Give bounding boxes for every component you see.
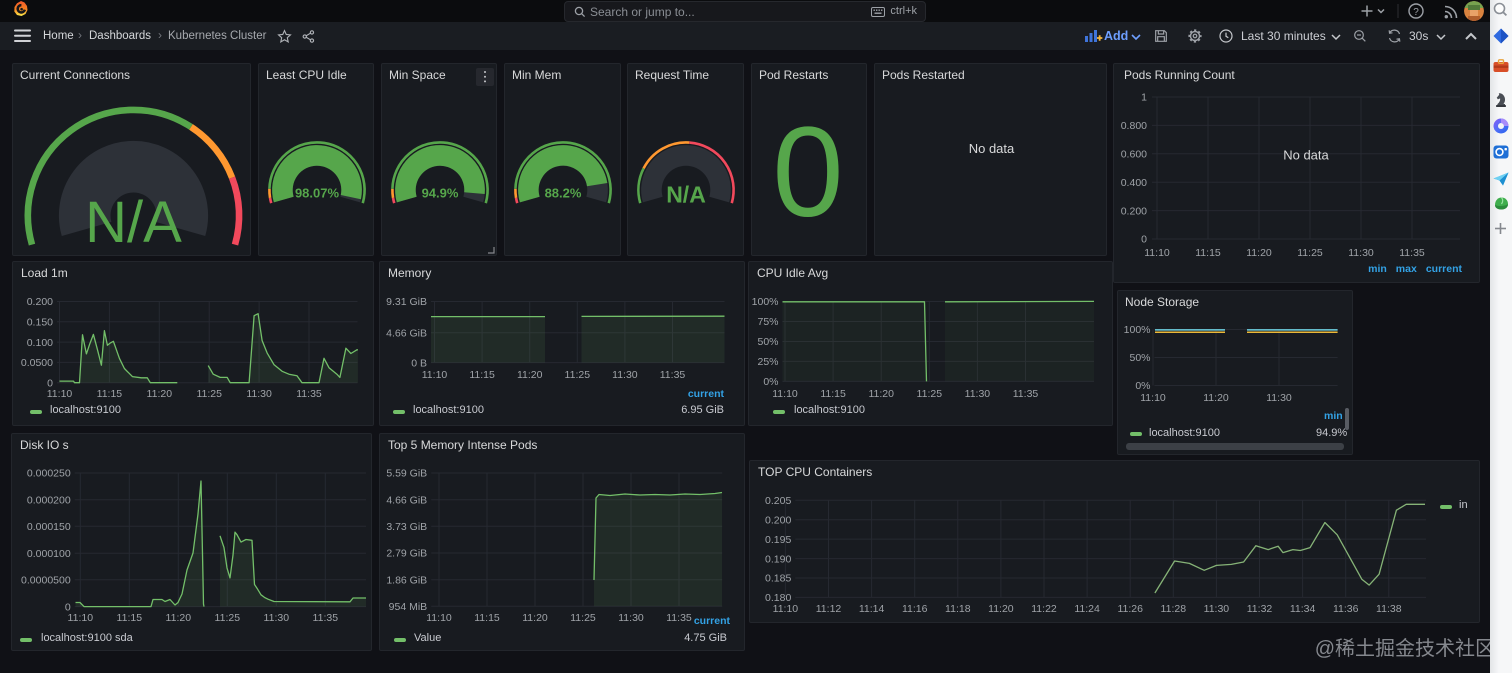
svg-text:11:15: 11:15	[97, 388, 123, 400]
svg-text:0.100: 0.100	[27, 337, 53, 349]
svg-text:11:34: 11:34	[1290, 603, 1316, 615]
svg-text:94.9%: 94.9%	[422, 186, 459, 201]
svg-text:4.66 GiB: 4.66 GiB	[386, 494, 427, 506]
svg-text:0.150: 0.150	[27, 317, 53, 329]
svg-text:11:15: 11:15	[474, 612, 500, 624]
svg-text:0%: 0%	[763, 376, 778, 388]
svg-text:11:35: 11:35	[660, 369, 686, 381]
svg-text:954 MiB: 954 MiB	[389, 601, 428, 613]
svg-text:0.195: 0.195	[765, 534, 791, 546]
svg-text:11:30: 11:30	[1266, 392, 1292, 404]
svg-text:11:38: 11:38	[1376, 603, 1402, 615]
svg-text:11:24: 11:24	[1074, 603, 1100, 615]
svg-text:0.190: 0.190	[765, 553, 791, 565]
svg-text:0.200: 0.200	[1121, 205, 1147, 217]
svg-text:11:15: 11:15	[1195, 247, 1221, 259]
svg-text:9.31 GiB: 9.31 GiB	[386, 296, 427, 308]
svg-text:88.2%: 88.2%	[545, 186, 582, 201]
svg-text:11:22: 11:22	[1031, 603, 1057, 615]
svg-text:0.200: 0.200	[765, 514, 791, 526]
svg-text:11:26: 11:26	[1117, 603, 1143, 615]
svg-text:11:25: 11:25	[565, 369, 591, 381]
svg-text:11:10: 11:10	[1140, 392, 1166, 404]
svg-text:0.000200: 0.000200	[27, 494, 71, 506]
svg-text:11:36: 11:36	[1333, 603, 1359, 615]
svg-text:11:25: 11:25	[215, 612, 241, 624]
svg-text:0.205: 0.205	[765, 495, 791, 507]
svg-text:N/A: N/A	[85, 190, 182, 255]
svg-text:0%: 0%	[1135, 380, 1150, 392]
svg-text:11:30: 11:30	[1204, 603, 1230, 615]
svg-text:11:30: 11:30	[618, 612, 644, 624]
svg-text:11:20: 11:20	[1246, 247, 1272, 259]
svg-text:0.200: 0.200	[27, 296, 53, 308]
svg-text:11:30: 11:30	[965, 388, 991, 400]
svg-text:11:35: 11:35	[1013, 388, 1039, 400]
svg-text:11:30: 11:30	[246, 388, 272, 400]
svg-text:0.0500: 0.0500	[21, 357, 53, 369]
svg-text:0 B: 0 B	[411, 357, 427, 369]
svg-text:11:10: 11:10	[426, 612, 452, 624]
svg-text:50%: 50%	[757, 336, 778, 348]
svg-text:No data: No data	[1283, 148, 1329, 163]
svg-text:5.59 GiB: 5.59 GiB	[386, 468, 427, 480]
svg-text:25%: 25%	[757, 356, 778, 368]
svg-text:11:10: 11:10	[47, 388, 73, 400]
svg-text:11:15: 11:15	[820, 388, 846, 400]
svg-text:11:20: 11:20	[1203, 392, 1229, 404]
svg-text:0.400: 0.400	[1121, 177, 1147, 189]
svg-text:0: 0	[1141, 234, 1147, 246]
svg-text:11:30: 11:30	[612, 369, 638, 381]
svg-text:11:20: 11:20	[147, 388, 173, 400]
svg-text:100%: 100%	[1124, 324, 1151, 336]
svg-text:11:18: 11:18	[945, 603, 971, 615]
svg-text:0.000250: 0.000250	[27, 468, 71, 480]
svg-text:11:10: 11:10	[1144, 247, 1170, 259]
svg-text:11:35: 11:35	[1399, 247, 1425, 259]
svg-text:11:35: 11:35	[666, 612, 692, 624]
svg-text:2.79 GiB: 2.79 GiB	[386, 548, 427, 560]
svg-text:11:14: 11:14	[859, 603, 885, 615]
svg-text:0.185: 0.185	[765, 573, 791, 585]
svg-text:0.800: 0.800	[1121, 120, 1147, 132]
svg-text:11:20: 11:20	[868, 388, 894, 400]
svg-text:0.000150: 0.000150	[27, 521, 71, 533]
svg-text:1: 1	[1141, 92, 1147, 104]
svg-text:0.000100: 0.000100	[27, 548, 71, 560]
svg-text:100%: 100%	[752, 296, 779, 308]
svg-text:?: ?	[1413, 7, 1419, 18]
svg-text:75%: 75%	[757, 316, 778, 328]
svg-text:0.0000500: 0.0000500	[21, 574, 71, 586]
svg-text:11:20: 11:20	[517, 369, 543, 381]
svg-text:11:20: 11:20	[522, 612, 548, 624]
svg-text:0.600: 0.600	[1121, 149, 1147, 161]
svg-text:N/A: N/A	[666, 182, 706, 208]
svg-text:11:16: 11:16	[902, 603, 928, 615]
svg-text:11:10: 11:10	[422, 369, 448, 381]
svg-text:11:10: 11:10	[772, 388, 798, 400]
svg-text:11:20: 11:20	[988, 603, 1014, 615]
svg-text:11:15: 11:15	[117, 612, 143, 624]
svg-text:11:30: 11:30	[1348, 247, 1374, 259]
svg-text:1.86 GiB: 1.86 GiB	[386, 574, 427, 586]
svg-text:11:35: 11:35	[296, 388, 322, 400]
svg-text:50%: 50%	[1129, 352, 1150, 364]
svg-text:11:25: 11:25	[570, 612, 596, 624]
svg-text:11:32: 11:32	[1247, 603, 1273, 615]
svg-text:11:12: 11:12	[816, 603, 842, 615]
svg-text:11:25: 11:25	[196, 388, 222, 400]
svg-text:11:10: 11:10	[773, 603, 799, 615]
svg-text:11:15: 11:15	[469, 369, 495, 381]
svg-text:11:35: 11:35	[313, 612, 339, 624]
svg-text:11:30: 11:30	[264, 612, 290, 624]
svg-text:11:10: 11:10	[68, 612, 94, 624]
svg-text:11:28: 11:28	[1161, 603, 1187, 615]
svg-text:3.73 GiB: 3.73 GiB	[386, 521, 427, 533]
svg-text:11:20: 11:20	[166, 612, 192, 624]
svg-text:11:25: 11:25	[1297, 247, 1323, 259]
svg-text:11:25: 11:25	[917, 388, 943, 400]
svg-text:4.66 GiB: 4.66 GiB	[386, 327, 427, 339]
svg-text:98.07%: 98.07%	[295, 186, 340, 201]
